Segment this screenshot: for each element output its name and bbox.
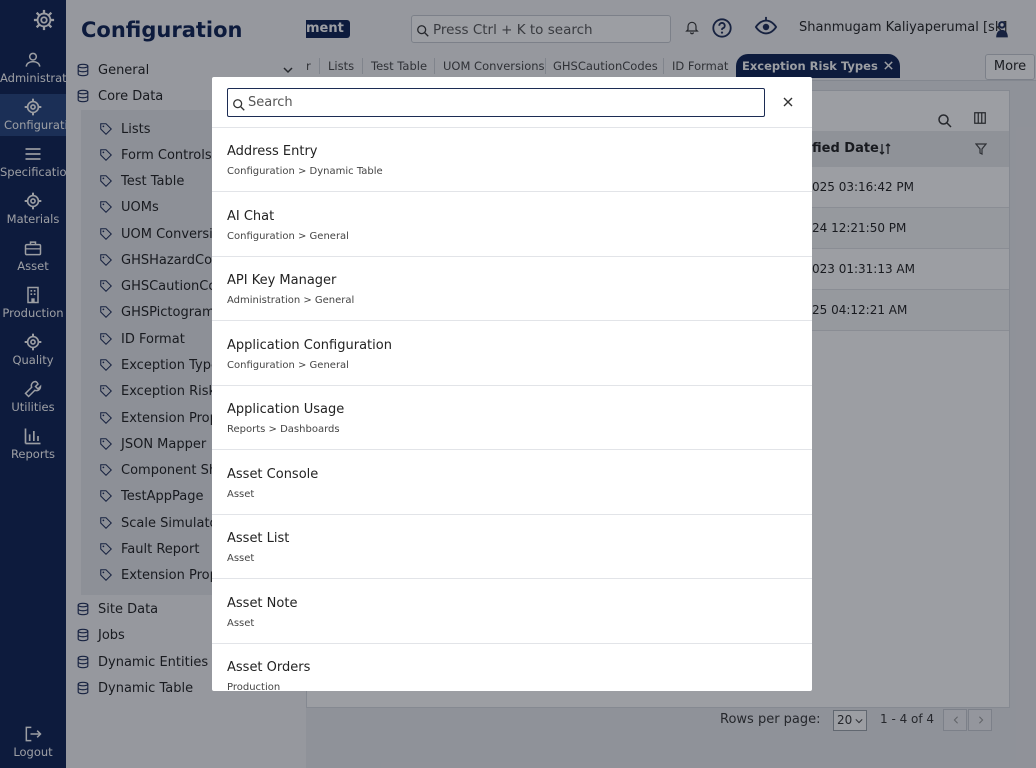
result-path: Asset bbox=[227, 618, 255, 629]
result-path: Asset bbox=[227, 489, 255, 500]
result-path: Configuration > General bbox=[227, 360, 349, 371]
search-result-item[interactable]: Address Entry Configuration > Dynamic Ta… bbox=[212, 128, 812, 192]
result-title: AI Chat bbox=[227, 209, 275, 224]
modal-search-input[interactable] bbox=[248, 92, 758, 113]
result-path: Configuration > General bbox=[227, 231, 349, 242]
result-path: Reports > Dashboards bbox=[227, 424, 340, 435]
result-path: Production bbox=[227, 682, 281, 691]
result-title: API Key Manager bbox=[227, 273, 337, 288]
search-result-item[interactable]: Asset Orders Production bbox=[212, 644, 812, 691]
result-path: Administration > General bbox=[227, 295, 355, 306]
search-result-item[interactable]: Asset Console Asset bbox=[212, 451, 812, 515]
result-title: Address Entry bbox=[227, 144, 318, 159]
result-title: Application Configuration bbox=[227, 338, 392, 353]
search-result-item[interactable]: AI Chat Configuration > General bbox=[212, 193, 812, 257]
search-result-item[interactable]: Application Usage Reports > Dashboards bbox=[212, 386, 812, 450]
search-result-item[interactable]: Application Configuration Configuration … bbox=[212, 322, 812, 386]
result-path: Configuration > Dynamic Table bbox=[227, 166, 383, 177]
close-icon[interactable] bbox=[782, 96, 794, 108]
search-result-item[interactable]: Asset List Asset bbox=[212, 515, 812, 579]
search-icon bbox=[233, 99, 245, 111]
result-title: Asset Console bbox=[227, 467, 319, 482]
result-title: Asset Note bbox=[227, 596, 298, 611]
result-title: Asset Orders bbox=[227, 660, 311, 675]
result-title: Application Usage bbox=[227, 402, 345, 417]
search-result-item[interactable]: API Key Manager Administration > General bbox=[212, 257, 812, 321]
modal-search-field[interactable] bbox=[227, 88, 765, 117]
global-search-modal: Address Entry Configuration > Dynamic Ta… bbox=[212, 77, 812, 691]
search-result-item[interactable]: Asset Note Asset bbox=[212, 580, 812, 644]
result-title: Asset List bbox=[227, 531, 290, 546]
result-path: Asset bbox=[227, 553, 255, 564]
